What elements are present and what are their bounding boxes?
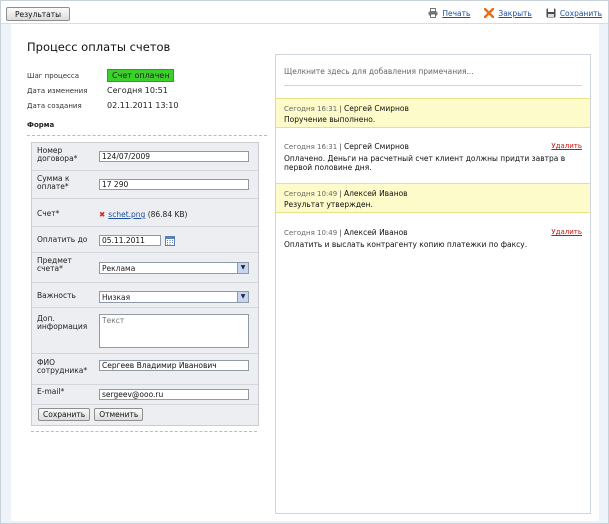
meta-row-changed: Дата изменения Сегодня 10:51 xyxy=(27,83,257,98)
chevron-down-icon: ▼ xyxy=(237,292,248,302)
floppy-disk-icon xyxy=(546,8,556,18)
row-subject: Предмет счета* Реклама ▼ xyxy=(32,253,258,283)
process-meta: Шаг процесса Счет оплачен Дата изменения… xyxy=(27,68,257,113)
step-label: Шаг процесса xyxy=(27,71,80,80)
note-text: Поручение выполнено. xyxy=(284,115,376,124)
row-contract: Номер договора* xyxy=(32,143,258,171)
employee-input[interactable] xyxy=(99,360,249,371)
toolbar-actions: Печать Закрыть Сохранить xyxy=(428,8,602,18)
form-heading: Форма xyxy=(27,121,55,129)
note-time: Сегодня 10:49 xyxy=(284,229,338,237)
note-author: Алексей Иванов xyxy=(344,228,408,237)
note-author: Алексей Иванов xyxy=(344,189,408,198)
note-item: Сегодня 10:49 | Алексей Иванов Результат… xyxy=(276,183,590,213)
row-employee: ФИО сотрудника* xyxy=(32,354,258,385)
divider xyxy=(31,431,257,432)
divider xyxy=(27,135,267,136)
save-label: Сохранить xyxy=(559,8,602,18)
row-priority: Важность Низкая ▼ xyxy=(32,283,258,308)
content-panel: Процесс оплаты счетов Шаг процесса Счет … xyxy=(11,24,599,521)
info-textarea[interactable] xyxy=(99,314,249,348)
calendar-icon[interactable] xyxy=(165,236,175,246)
priority-label: Важность xyxy=(37,291,76,300)
row-email: E-mail* xyxy=(32,385,258,405)
form-save-button[interactable]: Сохранить xyxy=(38,408,91,421)
created-value: 02.11.2011 13:10 xyxy=(107,101,179,110)
invoice-file-link[interactable]: schet.png xyxy=(108,210,145,219)
created-label: Дата создания xyxy=(27,101,82,110)
note-item: Сегодня 16:31 | Сергей Смирнов Поручение… xyxy=(276,98,590,128)
notes-panel: Щелкните здесь для добавления примечания… xyxy=(275,54,591,514)
row-amount: Сумма к оплате* xyxy=(32,171,258,199)
form-cancel-button[interactable]: Отменить xyxy=(94,408,144,421)
row-info: Доп. информация xyxy=(32,308,258,354)
row-invoice: Счет* ✖ schet.png (86.84 KB) xyxy=(32,199,258,227)
note-text: Результат утвержден. xyxy=(284,200,373,209)
note-text: Оплатить и выслать контрагенту копию пла… xyxy=(284,240,528,249)
top-toolbar: Результаты Печать Закрыть Сохранить xyxy=(1,1,608,24)
note-time: Сегодня 10:49 xyxy=(284,190,338,198)
invoice-file-size: (86.84 KB) xyxy=(147,210,188,219)
print-label: Печать xyxy=(442,8,471,18)
invoice-attachment: ✖ schet.png (86.84 KB) xyxy=(99,210,187,219)
invoice-label: Счет* xyxy=(37,209,60,218)
note-author: Сергей Смирнов xyxy=(344,142,409,151)
close-x-icon xyxy=(484,8,495,18)
remove-file-icon[interactable]: ✖ xyxy=(99,210,105,219)
note-header: Сегодня 10:49 | Алексей Иванов xyxy=(284,228,408,237)
meta-row-created: Дата создания 02.11.2011 13:10 xyxy=(27,98,257,113)
changed-label: Дата изменения xyxy=(27,86,88,95)
changed-value: Сегодня 10:51 xyxy=(107,86,168,95)
add-note-input[interactable]: Щелкните здесь для добавления примечания… xyxy=(284,67,474,76)
status-badge: Счет оплачен xyxy=(107,69,175,82)
delete-note-link[interactable]: Удалить xyxy=(551,142,582,150)
page-title: Процесс оплаты счетов xyxy=(27,40,171,54)
save-link[interactable]: Сохранить xyxy=(546,8,602,18)
note-time: Сегодня 16:31 xyxy=(284,105,338,113)
close-label: Закрыть xyxy=(498,8,532,18)
info-label: Доп. информация xyxy=(37,314,88,331)
contract-input[interactable] xyxy=(99,151,249,162)
chevron-down-icon: ▼ xyxy=(237,263,248,273)
close-link[interactable]: Закрыть xyxy=(484,8,532,18)
results-button[interactable]: Результаты xyxy=(6,7,71,21)
priority-value: Низкая xyxy=(102,292,131,302)
pay-by-date-input[interactable] xyxy=(99,235,161,246)
email-label: E-mail* xyxy=(37,387,65,396)
email-input[interactable] xyxy=(99,389,249,400)
note-header: Сегодня 10:49 | Алексей Иванов xyxy=(284,189,408,198)
divider xyxy=(284,85,582,86)
contract-label: Номер договора* xyxy=(37,146,78,163)
note-text: Оплачено. Деньги на расчетный счет клиен… xyxy=(284,154,566,172)
amount-input[interactable] xyxy=(99,179,249,190)
subject-select[interactable]: Реклама ▼ xyxy=(99,262,249,274)
note-item: Сегодня 16:31 | Сергей Смирнов Удалить О… xyxy=(276,139,590,173)
subject-value: Реклама xyxy=(102,263,136,273)
subject-label: Предмет счета* xyxy=(37,256,72,273)
delete-note-link[interactable]: Удалить xyxy=(551,228,582,236)
note-header: Сегодня 16:31 | Сергей Смирнов xyxy=(284,142,409,151)
note-header: Сегодня 16:31 | Сергей Смирнов xyxy=(284,104,409,113)
form-buttons: Сохранить Отменить xyxy=(38,408,144,421)
note-time: Сегодня 16:31 xyxy=(284,143,338,151)
print-link[interactable]: Печать xyxy=(428,8,470,18)
printer-icon xyxy=(428,8,438,18)
meta-row-step: Шаг процесса Счет оплачен xyxy=(27,68,257,83)
amount-label: Сумма к оплате* xyxy=(37,174,70,191)
employee-label: ФИО сотрудника* xyxy=(37,358,88,375)
row-pay-by: Оплатить до xyxy=(32,227,258,253)
priority-select[interactable]: Низкая ▼ xyxy=(99,291,249,303)
invoice-form: Номер договора* Сумма к оплате* Счет* ✖s… xyxy=(31,142,259,426)
note-item: Сегодня 10:49 | Алексей Иванов Удалить О… xyxy=(276,225,590,251)
app-window: Результаты Печать Закрыть Сохранить Проц… xyxy=(0,0,609,524)
pay-by-label: Оплатить до xyxy=(37,235,88,244)
note-author: Сергей Смирнов xyxy=(344,104,409,113)
